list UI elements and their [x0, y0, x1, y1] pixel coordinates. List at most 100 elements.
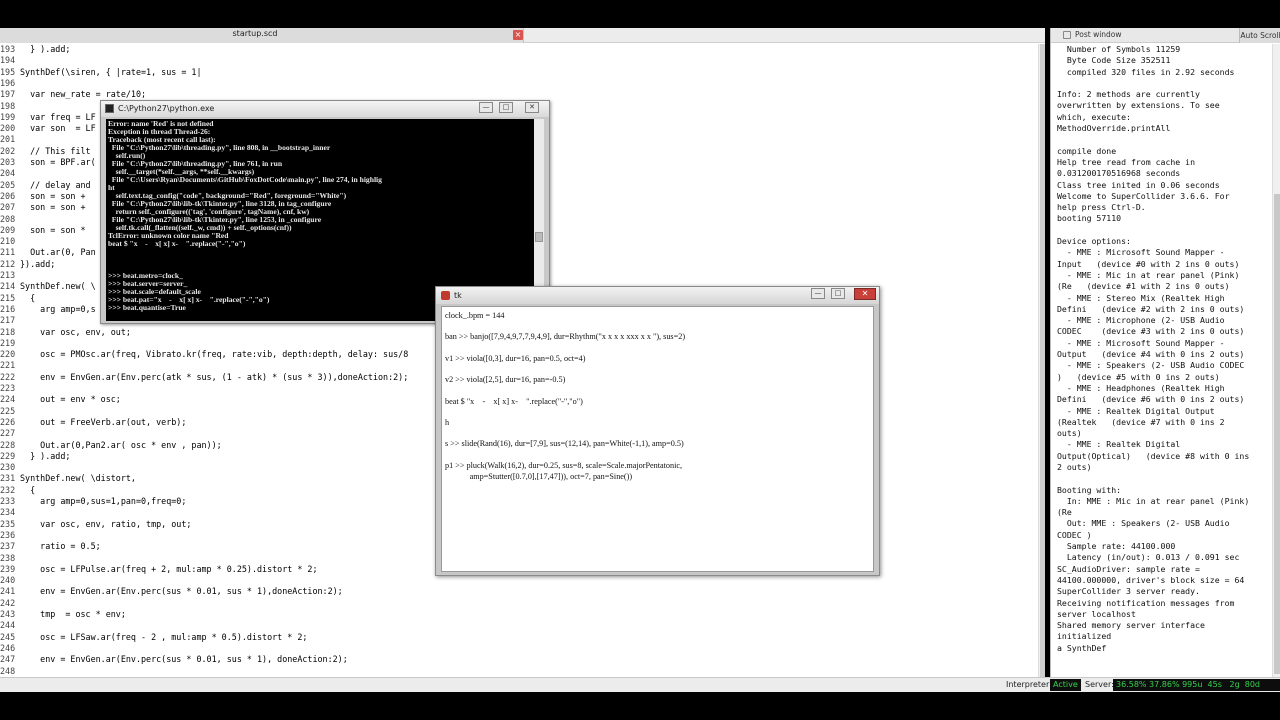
- close-tab-icon[interactable]: ×: [513, 30, 523, 40]
- code-line[interactable]: 210: [0, 236, 20, 247]
- code-line[interactable]: 195 SynthDef(\siren, { |rate=1, sus = 1|: [0, 67, 202, 78]
- undock-icon[interactable]: [1063, 31, 1071, 39]
- status-bar: Interpreter: Active Server: 36.58% 37.86…: [0, 677, 1280, 692]
- code-line[interactable]: 231 SynthDef.new( \distort,: [0, 473, 136, 484]
- tk-code-line[interactable]: v1 >> viola([0,3], dur=16, pan=0.5, oct=…: [445, 354, 585, 364]
- maximize-button[interactable]: □: [499, 102, 513, 113]
- code-line[interactable]: 203 son = BPF.ar(: [0, 157, 96, 168]
- code-line[interactable]: 205 // delay and: [0, 180, 91, 191]
- auto-scroll-button[interactable]: Auto Scroll: [1239, 28, 1280, 43]
- code-text: var freq = LF: [20, 111, 96, 122]
- code-line[interactable]: 232 {: [0, 485, 35, 496]
- code-line[interactable]: 244: [0, 620, 20, 631]
- code-line[interactable]: 209 son = son *: [0, 225, 91, 236]
- code-line[interactable]: 201: [0, 134, 20, 145]
- editor-scrollbar[interactable]: [1038, 44, 1045, 677]
- code-line[interactable]: 233 arg amp=0,sus=1,pan=0,freq=0;: [0, 496, 186, 507]
- code-line[interactable]: 225: [0, 406, 20, 417]
- code-line[interactable]: 237 ratio = 0.5;: [0, 541, 101, 552]
- maximize-button[interactable]: □: [831, 288, 845, 299]
- code-text: arg amp=0,sus=1,pan=0,freq=0;: [20, 496, 187, 506]
- line-number: 219: [0, 337, 16, 348]
- code-line[interactable]: 227: [0, 428, 20, 439]
- code-line[interactable]: 230: [0, 462, 20, 473]
- code-line[interactable]: 202 // This filt: [0, 146, 91, 157]
- editor-tab-startup[interactable]: startup.scd ×: [0, 28, 524, 43]
- close-button[interactable]: ✕: [525, 102, 539, 113]
- tk-code-area[interactable]: clock_.bpm = 144 ban >> banjo([7,9,4,9,7,…: [441, 306, 874, 572]
- code-line[interactable]: 194: [0, 55, 20, 66]
- tk-window-titlebar[interactable]: tk — □ ✕: [436, 287, 879, 304]
- code-line[interactable]: 206 son = son +: [0, 191, 91, 202]
- code-line[interactable]: 208: [0, 214, 20, 225]
- code-text: }).add;: [20, 258, 56, 269]
- code-line[interactable]: 248: [0, 666, 20, 677]
- code-line[interactable]: 223: [0, 383, 20, 394]
- code-line[interactable]: 234: [0, 507, 20, 518]
- line-number: 238: [0, 552, 16, 563]
- code-text: ratio = 0.5;: [20, 541, 101, 552]
- python-console-scrollbar-thumb[interactable]: [535, 232, 543, 242]
- code-line[interactable]: 222 env = EnvGen.ar(Env.perc(atk * sus, …: [0, 372, 408, 383]
- code-line[interactable]: 246: [0, 643, 20, 654]
- code-line[interactable]: 219: [0, 338, 20, 349]
- code-line[interactable]: 204: [0, 168, 20, 179]
- code-line[interactable]: 235 var osc, env, ratio, tmp, out;: [0, 519, 191, 530]
- tk-code-line[interactable]: p1 >> pluck(Walk(16,2), dur=0.25, sus=8,…: [445, 461, 682, 471]
- code-line[interactable]: 243 tmp = osc * env;: [0, 609, 126, 620]
- minimize-button[interactable]: —: [479, 102, 493, 113]
- code-line[interactable]: 212}).add;: [0, 259, 55, 270]
- code-line[interactable]: 241 env = EnvGen.ar(Env.perc(sus * 0.01,…: [0, 586, 343, 597]
- code-line[interactable]: 245 osc = LFSaw.ar(freq - 2 , mul:amp * …: [0, 632, 307, 643]
- line-number: 241: [0, 586, 16, 597]
- code-line[interactable]: 215 {: [0, 293, 35, 304]
- line-number: 225: [0, 405, 16, 416]
- line-number: 244: [0, 620, 16, 631]
- tk-code-line[interactable]: h: [445, 418, 449, 428]
- line-number: 226: [0, 416, 16, 427]
- tk-code-line[interactable]: beat $ "x - x[ x] x- ".replace("-","o"): [445, 397, 583, 407]
- close-button[interactable]: ✕: [854, 288, 876, 300]
- code-line[interactable]: 200 var son = LF: [0, 123, 96, 134]
- code-line[interactable]: 193 } ).add;: [0, 44, 70, 55]
- tk-code-line[interactable]: ban >> banjo([7,9,4,9,7,7,9,4,9], dur=Rh…: [445, 332, 685, 342]
- line-number: 203: [0, 157, 16, 167]
- tk-code-line[interactable]: clock_.bpm = 144: [445, 311, 504, 321]
- code-line[interactable]: 217: [0, 315, 20, 326]
- code-line[interactable]: 239 osc = LFPulse.ar(freq + 2, mul:amp *…: [0, 564, 318, 575]
- minimize-button[interactable]: —: [811, 288, 825, 299]
- code-line[interactable]: 198: [0, 101, 20, 112]
- code-line[interactable]: 214 SynthDef.new( \: [0, 281, 96, 292]
- code-line[interactable]: 236: [0, 530, 20, 541]
- code-line[interactable]: 211 Out.ar(0, Pan: [0, 247, 96, 258]
- editor-scrollbar-thumb[interactable]: [1040, 44, 1045, 677]
- code-line[interactable]: 220 osc = PMOsc.ar(freq, Vibrato.kr(freq…: [0, 349, 408, 360]
- code-line[interactable]: 224 out = env * osc;: [0, 394, 121, 405]
- code-line[interactable]: 213: [0, 270, 20, 281]
- post-window-scrollbar-thumb[interactable]: [1274, 194, 1280, 674]
- code-line[interactable]: 218 var osc, env, out;: [0, 327, 131, 338]
- python-window-titlebar[interactable]: C:\Python27\python.exe — □ ✕: [101, 101, 549, 117]
- code-line[interactable]: 238: [0, 553, 20, 564]
- post-window-scrollbar[interactable]: [1272, 44, 1280, 677]
- server-status[interactable]: 36.58% 37.86% 995u 45s 2g 80d: [1113, 679, 1280, 691]
- tk-code-line[interactable]: amp=Stutter([0.7,0],[17,47])), oct=7, pa…: [445, 472, 633, 482]
- code-line[interactable]: 221: [0, 360, 20, 371]
- code-line[interactable]: 196: [0, 78, 20, 89]
- code-text: out = env * osc;: [20, 394, 121, 405]
- tk-code-line[interactable]: v2 >> viola([2,5], dur=16, pan=-0.5): [445, 375, 565, 385]
- code-line[interactable]: 242: [0, 598, 20, 609]
- tk-code-line[interactable]: s >> slide(Rand(16), dur=[7,9], sus=(12,…: [445, 439, 684, 449]
- code-line[interactable]: 199 var freq = LF: [0, 112, 96, 123]
- code-line[interactable]: 240: [0, 575, 20, 586]
- code-line[interactable]: 228 Out.ar(0,Pan2.ar( osc * env , pan));: [0, 440, 222, 451]
- code-line[interactable]: 197 var new_rate = rate/10;: [0, 89, 146, 100]
- tk-editor-window[interactable]: tk — □ ✕ clock_.bpm = 144 ban >> banjo([7…: [435, 286, 880, 576]
- code-line[interactable]: 247 env = EnvGen.ar(Env.perc(sus * 0.01,…: [0, 654, 348, 665]
- code-line[interactable]: 216 arg amp=0,s: [0, 304, 96, 315]
- code-line[interactable]: 226 out = FreeVerb.ar(out, verb);: [0, 417, 186, 428]
- interpreter-status[interactable]: Active: [1050, 679, 1081, 691]
- code-line[interactable]: 207 son = son +: [0, 202, 91, 213]
- code-line[interactable]: 229 } ).add;: [0, 451, 70, 462]
- line-number: 197: [0, 89, 16, 100]
